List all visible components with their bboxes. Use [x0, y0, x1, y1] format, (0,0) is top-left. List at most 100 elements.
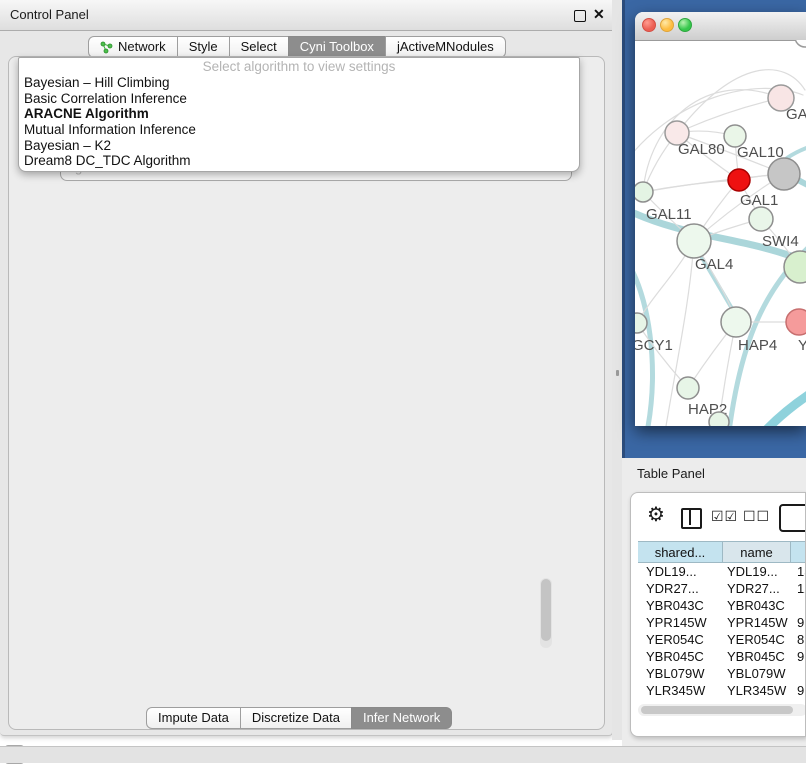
network-edge	[643, 174, 784, 192]
table-row[interactable]: YDL19...YDL19...13	[638, 563, 806, 580]
network-canvas[interactable]: GALGAL80GAL10GAL1GAL11SWI4GAL4GCY1HAP4YH…	[635, 40, 806, 426]
table-body: YDL19...YDL19...13 YDR27...YDR27...12 YB…	[638, 563, 806, 703]
table-row[interactable]: YBR045CYBR045C9.	[638, 648, 806, 665]
tab-impute-data[interactable]: Impute Data	[146, 707, 241, 729]
cell: 9.	[791, 682, 806, 699]
screenshot-root: { "colors": { "selection_blue": "#3B6FD1…	[0, 0, 806, 762]
attribute-list-scrollbar-thumb[interactable]	[541, 579, 551, 641]
table-header-row: shared... name	[638, 541, 806, 563]
tab-label: Cyni Toolbox	[300, 37, 374, 57]
network-node-y[interactable]	[786, 309, 806, 335]
document-icon[interactable]	[779, 504, 806, 532]
cell: 13	[791, 563, 806, 580]
cell: 9.	[791, 648, 806, 665]
cell: YLR345W	[638, 682, 723, 699]
node-label: GAL4	[695, 256, 733, 273]
cell: YBL079W	[723, 665, 791, 682]
cell: YDL19...	[723, 563, 791, 580]
cell: YIL052C	[723, 699, 791, 703]
table-row[interactable]: YIL052CYIL052C0.	[638, 699, 806, 703]
network-edge	[737, 388, 806, 426]
cell: YBR043C	[638, 597, 723, 614]
zoom-traffic-light[interactable]	[678, 18, 692, 32]
network-node-hap2[interactable]	[677, 377, 699, 399]
dropdown-item[interactable]: Mutual Information Inference	[19, 122, 579, 138]
node-label: SWI4	[762, 233, 799, 250]
tab-label: Impute Data	[158, 708, 229, 728]
cell: YLR345W	[723, 682, 791, 699]
minimize-traffic-light[interactable]	[660, 18, 674, 32]
network-node[interactable]	[709, 412, 729, 426]
node-label: HAP4	[738, 337, 777, 354]
network-icon	[100, 41, 113, 54]
network-view-window: GALGAL80GAL10GAL1GAL11SWI4GAL4GCY1HAP4YH…	[635, 12, 806, 426]
node-label: GAL11	[646, 206, 692, 223]
tab-style[interactable]: Style	[177, 36, 230, 58]
table-row[interactable]: YDR27...YDR27...12	[638, 580, 806, 597]
control-panel-window: Control Panel ✕ Network Style Select Cyn…	[0, 0, 613, 736]
dropdown-item[interactable]: Dream8 DC_TDC Algorithm	[19, 153, 579, 169]
table-row[interactable]: YPR145WYPR145W9.	[638, 614, 806, 631]
control-panel-tabbar: Network Style Select Cyni Toolbox jActiv…	[88, 36, 506, 58]
cell: 0.	[791, 699, 806, 703]
column-header-shared[interactable]: shared...	[638, 541, 723, 563]
network-node-hap4[interactable]	[721, 307, 751, 337]
table-panel-window: ⚙ ☑☑ ☐☐ shared... name YDL19...YDL19...1…	[630, 492, 806, 737]
dropdown-item[interactable]: Basic Correlation Inference	[19, 91, 579, 107]
columns-icon-divider	[689, 508, 691, 525]
table-row[interactable]: YBL079WYBL079W	[638, 665, 806, 682]
tab-select[interactable]: Select	[229, 36, 289, 58]
column-header-name[interactable]: name	[723, 541, 791, 563]
split-handle[interactable]	[616, 370, 619, 376]
bottom-tabbar: Impute Data Discretize Data Infer Networ…	[146, 707, 452, 729]
cell: 9.	[791, 614, 806, 631]
network-node[interactable]	[795, 40, 806, 47]
node-label: Y	[798, 337, 806, 354]
dropdown-prompt: Select algorithm to view settings	[19, 59, 579, 75]
tab-infer-network[interactable]: Infer Network	[351, 707, 452, 729]
column-header-cut[interactable]	[791, 541, 806, 563]
network-node-gal1[interactable]	[728, 169, 750, 191]
bottom-status-strip	[0, 746, 806, 763]
cell	[791, 597, 806, 614]
gear-icon[interactable]: ⚙	[647, 505, 665, 525]
maximize-icon[interactable]	[574, 10, 586, 22]
cell: YBR045C	[723, 648, 791, 665]
control-panel-titlebar: Control Panel ✕	[0, 0, 612, 31]
network-node-gal4[interactable]	[677, 224, 711, 258]
tab-cyni-toolbox[interactable]: Cyni Toolbox	[288, 36, 386, 58]
cell	[791, 665, 806, 682]
checked-boxes-icon[interactable]: ☑☑	[711, 508, 738, 525]
cell: 8.	[791, 631, 806, 648]
network-node-gal11[interactable]	[635, 182, 653, 202]
dropdown-item[interactable]: Bayesian – K2	[19, 138, 579, 154]
window-title: Control Panel	[10, 0, 89, 30]
close-traffic-light[interactable]	[642, 18, 656, 32]
network-edge	[787, 144, 806, 158]
table-row[interactable]: YBR043CYBR043C	[638, 597, 806, 614]
tab-discretize-data[interactable]: Discretize Data	[240, 707, 352, 729]
network-node[interactable]	[768, 158, 800, 190]
tab-label: Infer Network	[363, 708, 440, 728]
columns-icon[interactable]	[681, 508, 702, 529]
tab-jactivemnodules[interactable]: jActiveMNodules	[385, 36, 506, 58]
cell: YDR27...	[638, 580, 723, 597]
algorithm-dropdown-popup: Select algorithm to view settings Bayesi…	[18, 57, 580, 172]
table-horizontal-scrollbar-thumb[interactable]	[641, 706, 793, 714]
network-node-swi4[interactable]	[749, 207, 773, 231]
dropdown-item[interactable]: Bayesian – Hill Climbing	[19, 75, 579, 91]
table-row[interactable]: YLR345WYLR345W9.	[638, 682, 806, 699]
network-window-titlebar[interactable]	[635, 12, 806, 41]
unchecked-boxes-icon[interactable]: ☐☐	[743, 508, 770, 525]
cell: YDR27...	[723, 580, 791, 597]
tab-network[interactable]: Network	[88, 36, 178, 58]
table-row[interactable]: YER054CYER054C8.	[638, 631, 806, 648]
dropdown-item-highlighted[interactable]: ARACNE Algorithm	[19, 106, 579, 122]
close-icon[interactable]: ✕	[593, 6, 605, 23]
table-panel-title: Table Panel	[637, 466, 705, 481]
cell: YDL19...	[638, 563, 723, 580]
node-label: GAL	[786, 106, 806, 123]
cell: YER054C	[723, 631, 791, 648]
tab-label: jActiveMNodules	[397, 37, 494, 57]
tab-label: Select	[241, 37, 277, 57]
